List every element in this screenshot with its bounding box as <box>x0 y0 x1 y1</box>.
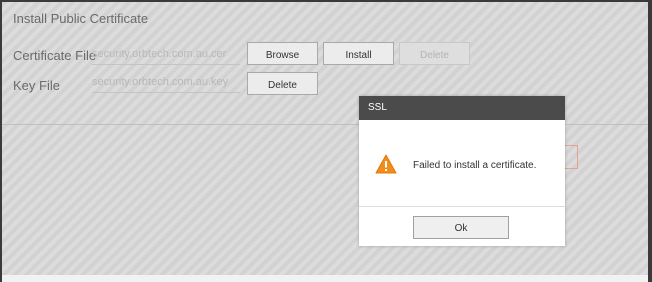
browse-button[interactable]: Browse <box>247 42 318 65</box>
key-file-label: Key File <box>13 78 60 93</box>
certificate-file-field[interactable]: security.orbtech.com.au.cer <box>92 44 240 65</box>
ssl-dialog: SSL Failed to install a certificate. Ok <box>359 96 565 246</box>
key-delete-button[interactable]: Delete <box>247 72 318 95</box>
certificate-delete-button[interactable]: Delete <box>399 42 470 65</box>
dialog-separator <box>359 206 565 207</box>
dialog-title: SSL <box>359 96 565 120</box>
section-title: Install Public Certificate <box>13 11 149 26</box>
certificate-file-label: Certificate File <box>13 48 97 63</box>
warning-icon <box>375 154 397 174</box>
dialog-message: Failed to install a certificate. <box>413 160 537 171</box>
ok-button[interactable]: Ok <box>413 216 509 239</box>
dialog-body: Failed to install a certificate. <box>359 120 565 206</box>
bottom-band <box>2 275 648 282</box>
install-button[interactable]: Install <box>323 42 394 65</box>
key-file-field[interactable]: security.orbtech.com.au.key <box>92 72 240 93</box>
